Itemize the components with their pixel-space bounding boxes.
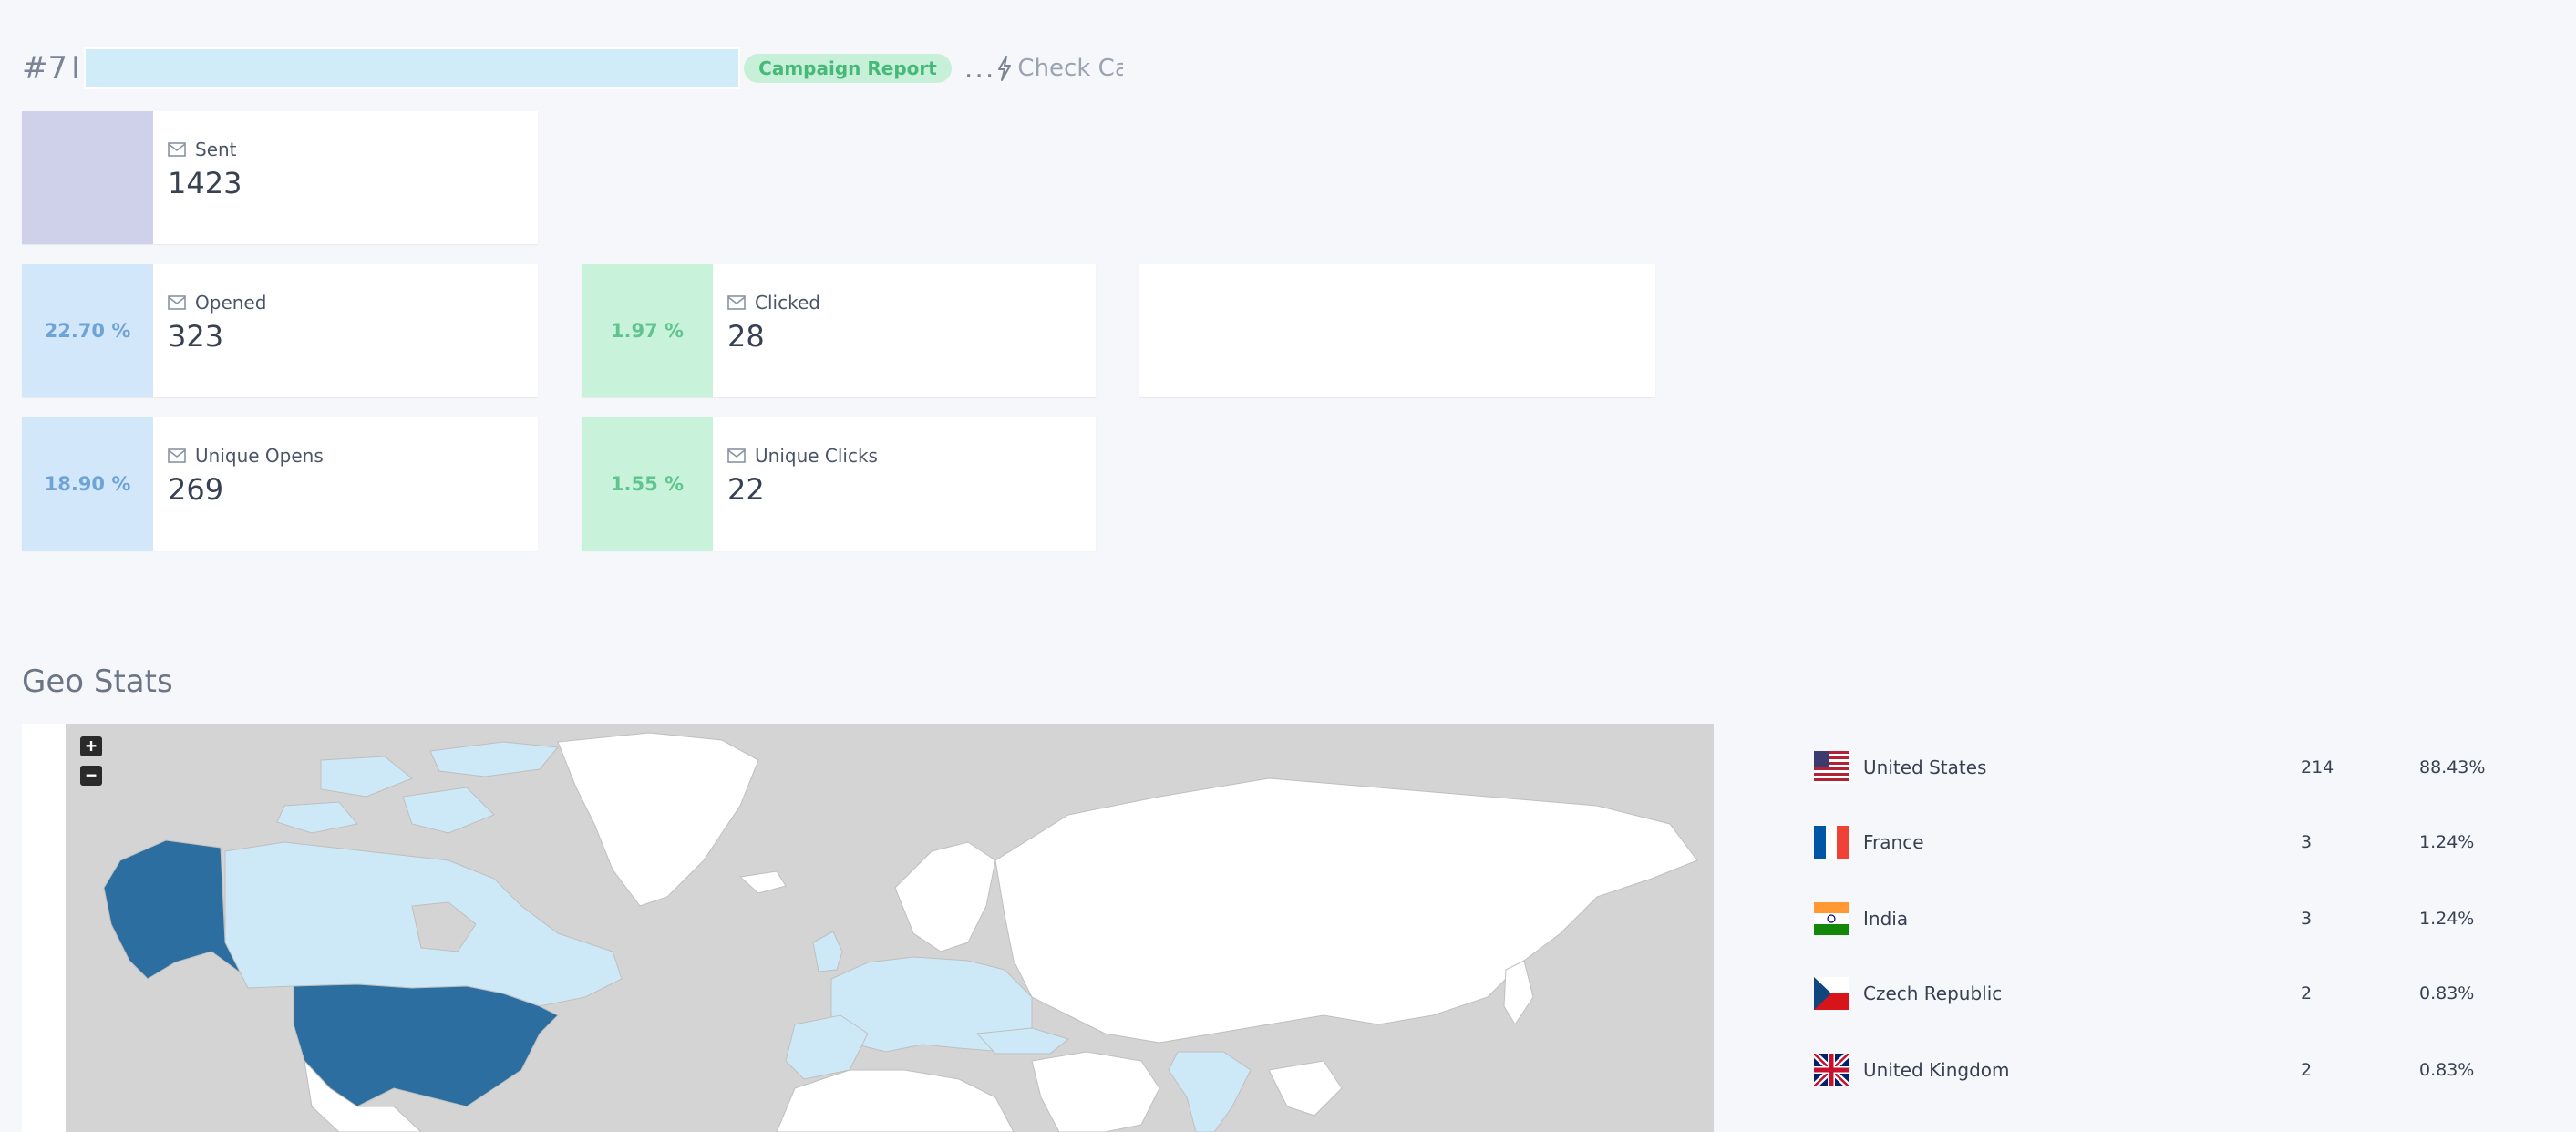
- country-row: United Kingdom 2 0.83%: [1814, 1052, 2543, 1088]
- check-campaign-link[interactable]: Check Campaign: [995, 55, 1123, 82]
- country-row: United States 214 88.43%: [1814, 749, 2543, 786]
- clicked-percent: 1.97 %: [582, 264, 713, 397]
- country-name: France: [1863, 831, 1924, 853]
- empty-card: [1139, 264, 1655, 397]
- clicked-value: 28: [727, 319, 765, 354]
- sent-card-side: [22, 111, 153, 244]
- opened-card: 22.70 % Opened 323: [22, 264, 538, 397]
- unique-opens-label: Unique Opens: [195, 445, 324, 467]
- text-cursor: I: [71, 50, 81, 87]
- envelope-icon: [727, 448, 746, 463]
- campaign-title-input[interactable]: [84, 47, 741, 89]
- zoom-out-button[interactable]: −: [80, 766, 102, 786]
- unique-clicks-value: 22: [727, 472, 765, 507]
- unique-clicks-percent: 1.55 %: [582, 417, 713, 551]
- country-count: 214: [2301, 757, 2334, 777]
- country-percent: 0.83%: [2419, 983, 2475, 1003]
- country-name: Czech Republic: [1863, 983, 2003, 1004]
- country-percent: 88.43%: [2419, 757, 2486, 777]
- clicked-label: Clicked: [755, 292, 820, 314]
- envelope-icon: [168, 448, 186, 463]
- opened-label: Opened: [195, 292, 267, 314]
- check-campaign-label: Check Campaign: [1017, 55, 1124, 82]
- campaign-number: #7: [22, 50, 68, 87]
- envelope-icon: [168, 142, 186, 157]
- us-flag-icon: [1814, 751, 1849, 784]
- zoom-in-button[interactable]: +: [80, 736, 102, 756]
- campaign-report-badge[interactable]: Campaign Report: [744, 54, 952, 83]
- ellipsis: ...: [963, 52, 996, 85]
- sent-card: Sent 1423: [22, 111, 538, 244]
- country-name: India: [1863, 908, 1909, 930]
- country-count: 3: [2301, 909, 2313, 929]
- country-count: 2: [2301, 1060, 2313, 1080]
- country-count: 2: [2301, 983, 2313, 1003]
- world-map-canvas[interactable]: [66, 724, 1714, 1132]
- country-row: France 3 1.24%: [1814, 824, 2543, 860]
- opened-percent: 22.70 %: [22, 264, 153, 397]
- country-count: 3: [2301, 832, 2313, 852]
- sent-value: 1423: [168, 166, 242, 201]
- cz-flag-icon: [1814, 977, 1849, 1010]
- sent-label: Sent: [195, 139, 237, 160]
- country-percent: 1.24%: [2419, 832, 2475, 852]
- country-row: Czech Republic 2 0.83%: [1814, 975, 2543, 1012]
- unique-clicks-card: 1.55 % Unique Clicks 22: [582, 417, 1096, 551]
- envelope-icon: [168, 295, 186, 310]
- bolt-icon: [998, 56, 1012, 81]
- country-list: United States 214 88.43% France 3 1.24% …: [1714, 724, 2576, 1132]
- country-percent: 1.24%: [2419, 909, 2475, 929]
- envelope-icon: [727, 295, 746, 310]
- country-name: United Kingdom: [1863, 1059, 2010, 1081]
- unique-opens-card: 18.90 % Unique Opens 269: [22, 417, 538, 551]
- world-map[interactable]: + −: [22, 724, 1714, 1132]
- country-row: India 3 1.24%: [1814, 900, 2543, 937]
- country-name: United States: [1863, 756, 1987, 778]
- unique-opens-value: 269: [168, 472, 224, 507]
- in-flag-icon: [1814, 902, 1849, 935]
- report-header: #7 I Campaign Report ... Check Campaign: [22, 42, 1123, 95]
- clicked-card: 1.97 % Clicked 28: [582, 264, 1096, 397]
- geo-stats-title: Geo Stats: [22, 664, 173, 700]
- fr-flag-icon: [1814, 826, 1849, 859]
- opened-value: 323: [168, 319, 224, 354]
- unique-clicks-label: Unique Clicks: [755, 445, 878, 467]
- country-percent: 0.83%: [2419, 1060, 2475, 1080]
- unique-opens-percent: 18.90 %: [22, 417, 153, 551]
- gb-flag-icon: [1814, 1054, 1849, 1086]
